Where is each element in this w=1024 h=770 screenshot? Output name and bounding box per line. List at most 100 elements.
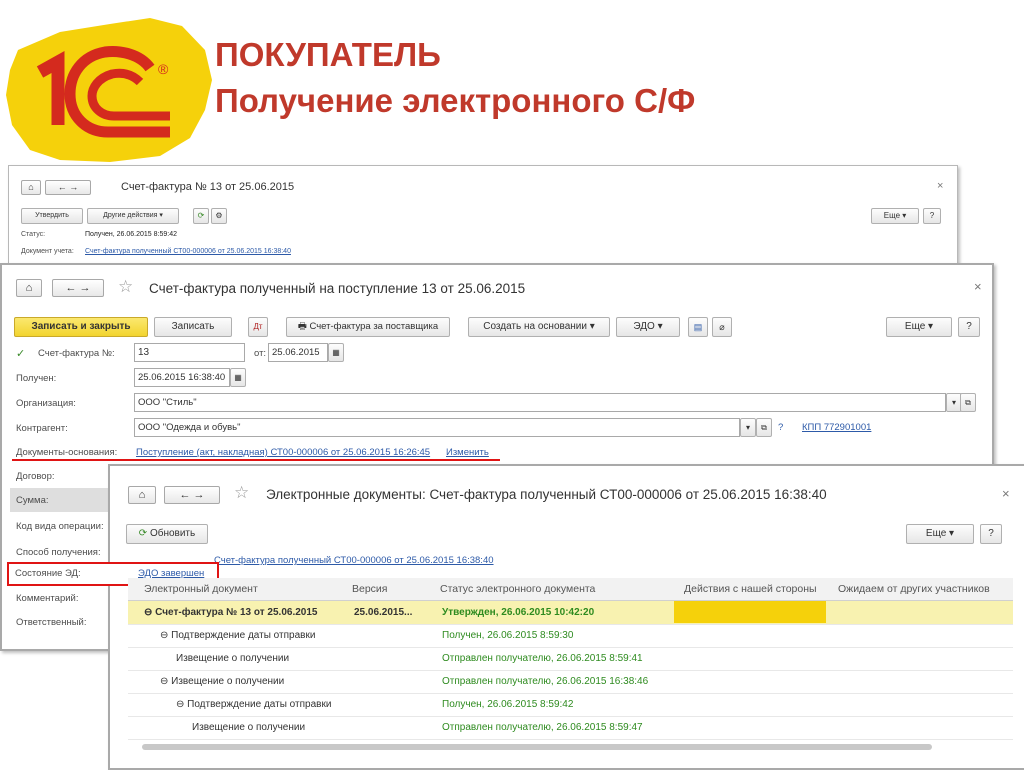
status-cell: Утвержден, 26.06.2015 10:42:20: [442, 607, 595, 618]
organization-field[interactable]: ООО "Стиль": [134, 393, 946, 412]
create-based-on-label: Создать на основании: [483, 321, 587, 332]
basis-document-link[interactable]: Поступление (акт, накладная) СТ00-000006…: [136, 447, 430, 458]
refresh-icon: ⟳: [138, 528, 148, 539]
approve-button[interactable]: Утвердить: [21, 208, 83, 224]
refresh-button[interactable]: ⟳ Обновить: [126, 524, 208, 544]
status-cell: Отправлен получателю, 26.06.2015 16:38:4…: [442, 676, 649, 687]
action-cell-highlight[interactable]: [674, 601, 826, 623]
home-button[interactable]: ⌂: [128, 486, 156, 504]
date-from-field[interactable]: 25.06.2015: [268, 343, 328, 362]
table-row[interactable]: Извещение о получении Отправлен получател…: [128, 647, 1013, 671]
table-row[interactable]: Извещение о получении Отправлен получател…: [128, 716, 1013, 740]
refresh-label: Обновить: [149, 528, 196, 539]
column-header[interactable]: Действия с нашей стороны: [684, 583, 829, 595]
organization-label: Организация:: [16, 398, 76, 409]
save-and-close-button[interactable]: Записать и закрыть: [14, 317, 148, 337]
column-header[interactable]: Версия: [352, 583, 422, 595]
document-label: Документ учета:: [21, 248, 74, 255]
column-header[interactable]: Ожидаем от других участников: [838, 583, 1008, 595]
contract-label: Договор:: [16, 471, 55, 482]
logo-yellow-splash: [6, 18, 212, 162]
invoice-number-label: Счет-фактура №:: [38, 348, 115, 359]
help-label: ?: [988, 528, 994, 539]
structure-icon[interactable]: ⚙: [211, 208, 227, 224]
document-link[interactable]: Счет-фактура полученный СТ00-000006 от 2…: [85, 248, 291, 255]
status-cell: Отправлен получателю, 26.06.2015 8:59:47: [442, 722, 643, 733]
kpp-link[interactable]: КПП 772901001: [802, 422, 871, 433]
approve-button-label: Утвердить: [35, 212, 69, 219]
calendar-icon[interactable]: ▦: [328, 343, 344, 362]
back-forward-nav[interactable]: ← →: [164, 486, 220, 504]
receive-method-label: Способ получения:: [16, 547, 101, 558]
status-value: Получен, 26.06.2015 8:59:42: [85, 231, 177, 238]
date-from-label: от:: [254, 348, 267, 359]
edo-label: ЭДО: [633, 321, 655, 332]
registered-mark: ®: [158, 61, 169, 77]
horizontal-scrollbar[interactable]: [142, 744, 932, 750]
ed-state-label: Состояние ЭД:: [15, 568, 81, 579]
source-document-link[interactable]: Счет-фактура полученный СТ00-000006 от 2…: [214, 555, 494, 566]
more-button[interactable]: Еще ▾: [906, 524, 974, 544]
document-cell: ⊖ Извещение о получении: [160, 676, 285, 687]
document-cell: ⊖ Подтверждение даты отправки: [176, 699, 332, 710]
contragent-help-link[interactable]: ?: [778, 422, 783, 433]
dropdown-icon[interactable]: ▾: [740, 418, 756, 437]
home-button[interactable]: ⌂: [21, 180, 41, 195]
open-icon[interactable]: ⧉: [756, 418, 772, 437]
contragent-label: Контрагент:: [16, 423, 68, 434]
help-button[interactable]: ?: [980, 524, 1002, 544]
document-cell: ⊖ Подтверждение даты отправки: [160, 630, 316, 641]
help-label: ?: [966, 321, 972, 332]
favorite-star-icon[interactable]: ☆: [118, 277, 133, 297]
help-button[interactable]: ?: [958, 317, 980, 337]
version-cell: 25.06.2015...: [354, 607, 413, 618]
close-icon[interactable]: ×: [974, 279, 982, 294]
invoice-number-field[interactable]: 13: [134, 343, 245, 362]
save-label: Записать: [171, 321, 215, 332]
basis-documents-label: Документы-основания:: [16, 447, 118, 458]
window-title: Электронные документы: Счет-фактура полу…: [266, 487, 827, 502]
calendar-icon[interactable]: ▦: [230, 368, 246, 387]
document-cell: ⊖ Счет-фактура № 13 от 25.06.2015: [144, 607, 318, 618]
save-button[interactable]: Записать: [154, 317, 232, 337]
table-row[interactable]: ⊖ Счет-фактура № 13 от 25.06.2015 25.06.2…: [128, 601, 1013, 625]
back-forward-nav[interactable]: ← →: [45, 180, 91, 195]
operation-code-label: Код вида операции:: [16, 521, 104, 532]
edo-button[interactable]: ЭДО ▾: [616, 317, 680, 337]
report-icon[interactable]: ▤: [688, 317, 708, 337]
slide-title-line2: Получение электронного С/Ф: [215, 82, 696, 119]
table-row[interactable]: ⊖ Подтверждение даты отправки Получен, 26…: [128, 624, 1013, 648]
status-label: Статус:: [21, 231, 46, 238]
more-button[interactable]: Еще ▾: [886, 317, 952, 337]
supplier-invoice-button[interactable]: 🖶 Счет-фактура за поставщика: [286, 317, 450, 337]
status-cell: Получен, 26.06.2015 8:59:30: [442, 630, 574, 641]
column-header[interactable]: Электронный документ: [144, 583, 344, 595]
refresh-icon[interactable]: ⟳: [193, 208, 209, 224]
change-basis-link[interactable]: Изменить: [446, 447, 489, 458]
posting-icon[interactable]: Дт: [248, 317, 268, 337]
close-icon[interactable]: ×: [1002, 486, 1010, 501]
back-forward-nav[interactable]: ← →: [52, 279, 104, 297]
home-button[interactable]: ⌂: [16, 279, 42, 297]
create-based-on-button[interactable]: Создать на основании ▾: [468, 317, 610, 337]
status-cell: Отправлен получателю, 26.06.2015 8:59:41: [442, 653, 643, 664]
open-icon[interactable]: ⧉: [960, 393, 976, 412]
basis-highlight-underline: [12, 459, 500, 461]
slide-title-line1: ПОКУПАТЕЛЬ: [215, 36, 441, 73]
favorite-star-icon[interactable]: ☆: [234, 483, 249, 503]
table-row[interactable]: ⊖ Извещение о получении Отправлен получат…: [128, 670, 1013, 694]
received-field[interactable]: 25.06.2015 16:38:40: [134, 368, 230, 387]
attachment-icon[interactable]: ⌀: [712, 317, 732, 337]
sum-label: Сумма:: [16, 495, 49, 506]
table-row[interactable]: ⊖ Подтверждение даты отправки Получен, 26…: [128, 693, 1013, 717]
other-actions-button[interactable]: Другие действия ▾: [87, 208, 179, 224]
more-button[interactable]: Еще ▾: [871, 208, 919, 224]
help-button[interactable]: ?: [923, 208, 941, 224]
invoice-window-back: ⌂ ← → Счет-фактура № 13 от 25.06.2015 × …: [8, 165, 958, 265]
contragent-field[interactable]: ООО "Одежда и обувь": [134, 418, 740, 437]
close-icon[interactable]: ×: [937, 180, 943, 192]
more-label: Еще: [925, 528, 947, 539]
supplier-invoice-label: Счет-фактура за поставщика: [309, 321, 439, 332]
document-cell: Извещение о получении: [176, 653, 290, 664]
column-header[interactable]: Статус электронного документа: [440, 583, 670, 595]
